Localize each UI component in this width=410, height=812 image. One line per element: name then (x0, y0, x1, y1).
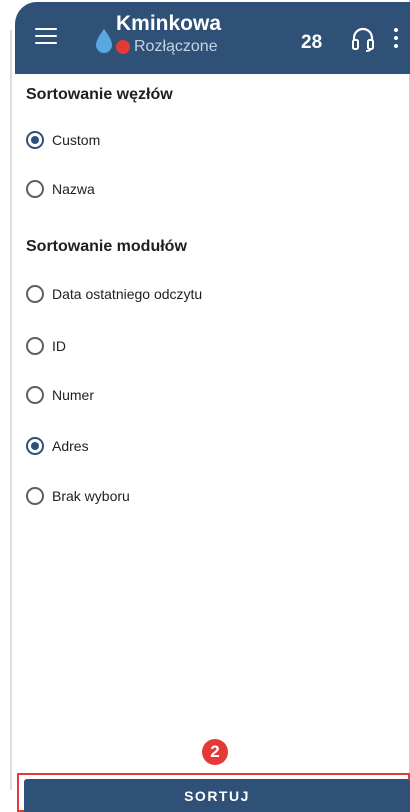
radio-checked-icon[interactable] (26, 437, 44, 455)
radio-checked-icon[interactable] (26, 131, 44, 149)
option-label: Brak wyboru (52, 488, 130, 504)
option-label: ID (52, 338, 66, 354)
app-title: Kminkowa (116, 12, 222, 35)
radio-option-id[interactable]: ID (26, 337, 66, 355)
menu-icon[interactable] (35, 28, 57, 46)
radio-unchecked-icon[interactable] (26, 337, 44, 355)
node-sorting-title: Sortowanie węzłów (26, 86, 173, 103)
title-block: Kminkowa Rozłączone (116, 12, 221, 56)
option-label: Adres (52, 438, 89, 454)
water-drop-icon (96, 29, 112, 53)
radio-option-custom[interactable]: Custom (26, 131, 100, 149)
radio-unchecked-icon[interactable] (26, 386, 44, 404)
left-edge (10, 30, 12, 790)
app-bar: Kminkowa Rozłączone 28 (15, 2, 410, 74)
radio-unchecked-icon[interactable] (26, 487, 44, 505)
count-indicator[interactable]: 28 (301, 32, 322, 54)
status-dot-icon (116, 40, 130, 54)
radio-option-last-read-date[interactable]: Data ostatniego odczytu (26, 285, 202, 303)
radio-option-nazwa[interactable]: Nazwa (26, 180, 95, 198)
connection-status: Rozłączone (116, 38, 221, 56)
status-text: Rozłączone (134, 38, 218, 55)
app-screen: Kminkowa Rozłączone 28 Sortowanie węzłów… (0, 0, 410, 812)
module-sorting-title: Sortowanie modułów (26, 238, 187, 255)
option-label: Numer (52, 387, 95, 403)
headset-icon[interactable] (351, 26, 375, 52)
radio-option-numer[interactable]: Numer (26, 386, 94, 404)
radio-unchecked-icon[interactable] (26, 180, 44, 198)
radio-option-no-selection[interactable]: Brak wyboru (26, 487, 130, 505)
step-badge: 2 (202, 739, 228, 765)
option-label: Data ostatniego odczytu (52, 286, 203, 302)
radio-option-adres[interactable]: Adres (26, 437, 89, 455)
sort-button[interactable]: SORTUJ (24, 779, 410, 812)
option-label: Nazwa (52, 181, 95, 197)
more-vert-icon[interactable] (393, 28, 399, 48)
option-label: Custom (52, 132, 101, 148)
radio-unchecked-icon[interactable] (26, 285, 44, 303)
